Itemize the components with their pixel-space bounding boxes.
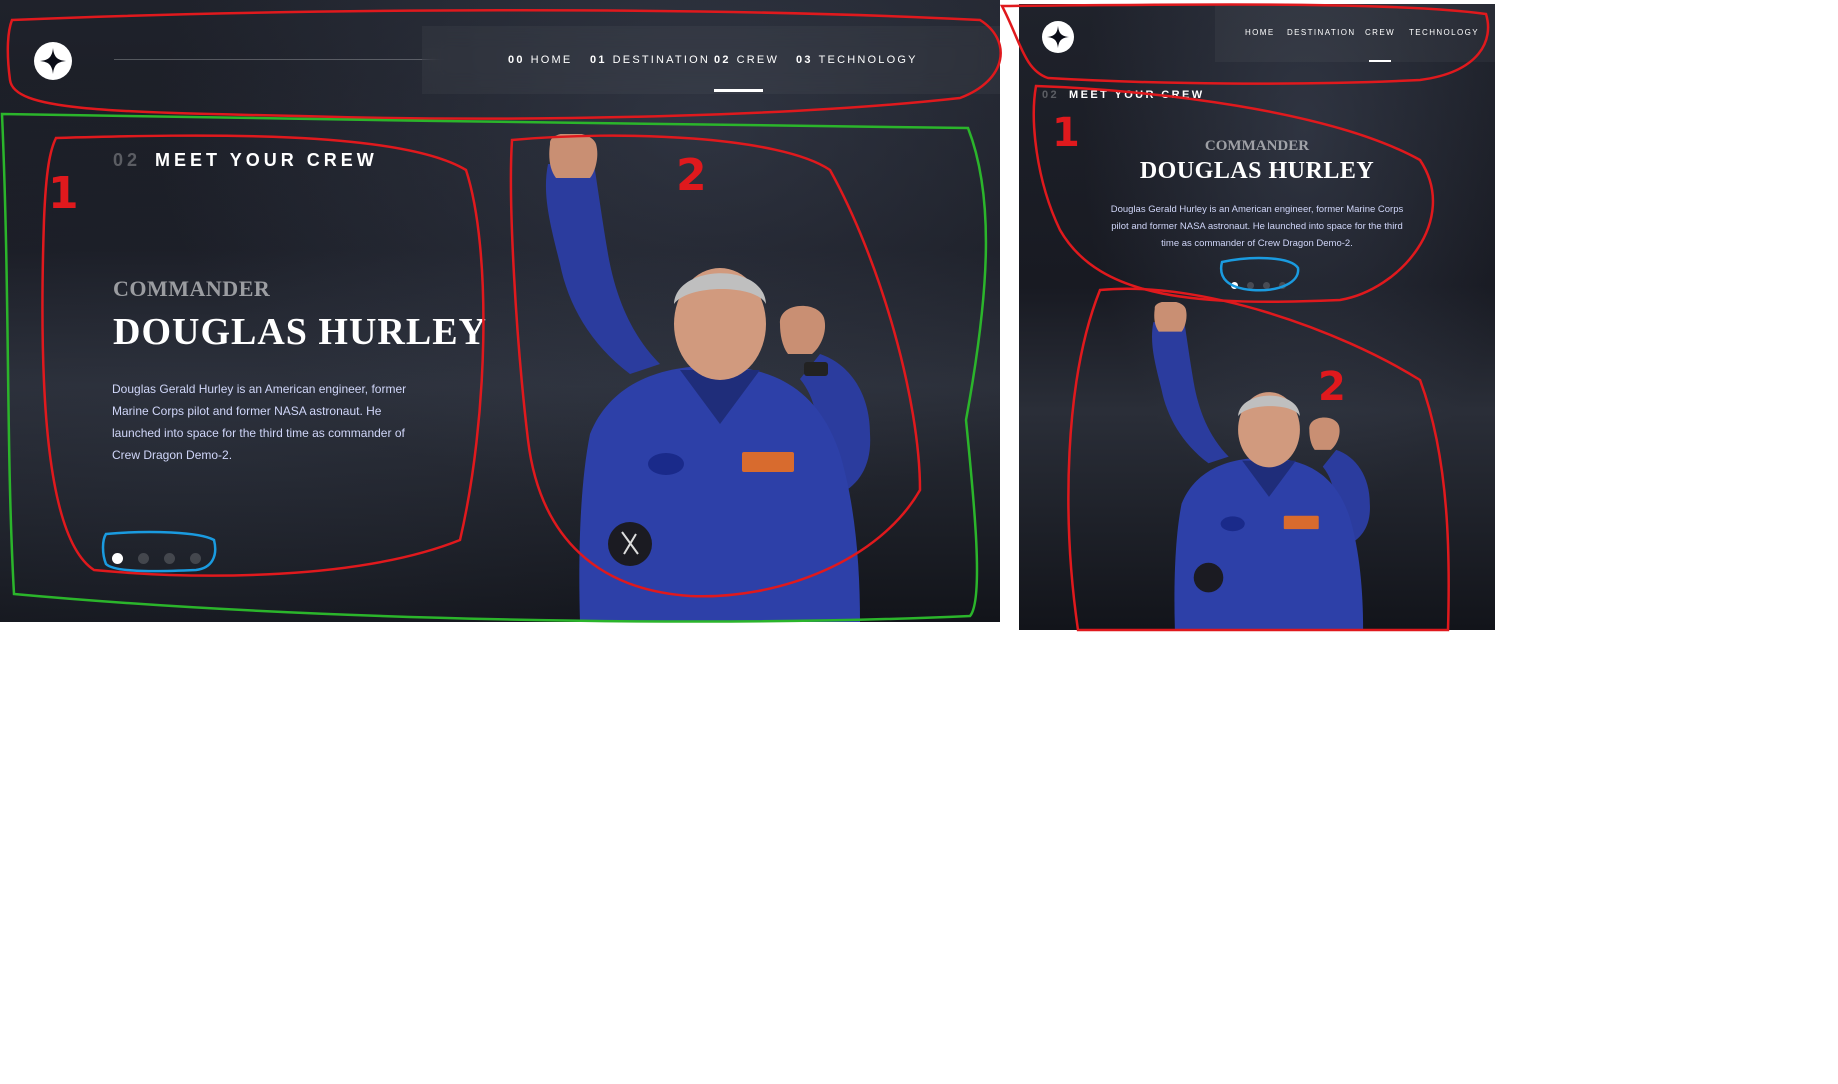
page-eyebrow: 02 MEET YOUR CREW (1042, 89, 1205, 101)
crew-member-photo (1152, 302, 1370, 630)
nav-item-home[interactable]: HOME (1245, 28, 1275, 37)
carousel-dot[interactable] (190, 553, 201, 564)
crew-role: COMMANDER (1204, 138, 1310, 154)
carousel-dot[interactable] (138, 553, 149, 564)
crew-name: DOUGLAS HURLEY (1139, 158, 1375, 184)
nav-item-technology[interactable]: 03 TECHNOLOGY (796, 54, 918, 66)
primary-nav: 00 HOME 01 DESTINATION 02 CREW 03 TECHNOLOGY (422, 26, 1000, 94)
crew-carousel-dots (112, 549, 216, 568)
crew-carousel-dots (1231, 274, 1295, 293)
annotation-label-2: 2 (676, 150, 707, 201)
nav-active-indicator (714, 89, 763, 92)
nav-item-home[interactable]: 00 HOME (508, 54, 572, 66)
carousel-dot[interactable] (1279, 282, 1286, 289)
nav-item-crew[interactable]: 02 CREW (714, 54, 779, 66)
annotation-label-1: 1 (48, 168, 79, 219)
crew-bio: Douglas Gerald Hurley is an American eng… (112, 382, 407, 462)
nav-item-crew[interactable]: CREW (1365, 28, 1395, 37)
logo-star-icon[interactable] (34, 42, 72, 80)
mobile-crew-page: HOME DESTINATION CREW TECHNOLOGY 02 MEET … (1019, 4, 1495, 630)
page-eyebrow: 02 MEET YOUR CREW (113, 150, 378, 170)
primary-nav: HOME DESTINATION CREW TECHNOLOGY (1215, 4, 1495, 62)
nav-active-indicator (1369, 60, 1391, 62)
crew-bio: Douglas Gerald Hurley is an American eng… (1110, 204, 1404, 249)
nav-item-technology[interactable]: TECHNOLOGY (1409, 28, 1479, 37)
carousel-dot[interactable] (1231, 282, 1238, 289)
desktop-crew-page: 00 HOME 01 DESTINATION 02 CREW 03 TECHNOLOGY… (0, 0, 1000, 622)
annotation-label-2: 2 (1318, 364, 1346, 410)
annotated-screenshot-canvas: 00 HOME 01 DESTINATION 02 CREW 03 TECHNOLOGY… (0, 0, 1838, 1084)
annotation-label-1: 1 (1052, 110, 1080, 156)
nav-item-destination[interactable]: 01 DESTINATION (590, 54, 710, 66)
crew-name: DOUGLAS HURLEY (113, 311, 487, 353)
crew-member-photo (545, 134, 871, 622)
logo-star-icon[interactable] (1042, 21, 1074, 53)
carousel-dot[interactable] (112, 553, 123, 564)
crew-role: COMMANDER (113, 276, 271, 301)
carousel-dot[interactable] (1263, 282, 1270, 289)
nav-item-destination[interactable]: DESTINATION (1287, 28, 1356, 37)
carousel-dot[interactable] (164, 553, 175, 564)
carousel-dot[interactable] (1247, 282, 1254, 289)
header-divider (114, 59, 444, 60)
